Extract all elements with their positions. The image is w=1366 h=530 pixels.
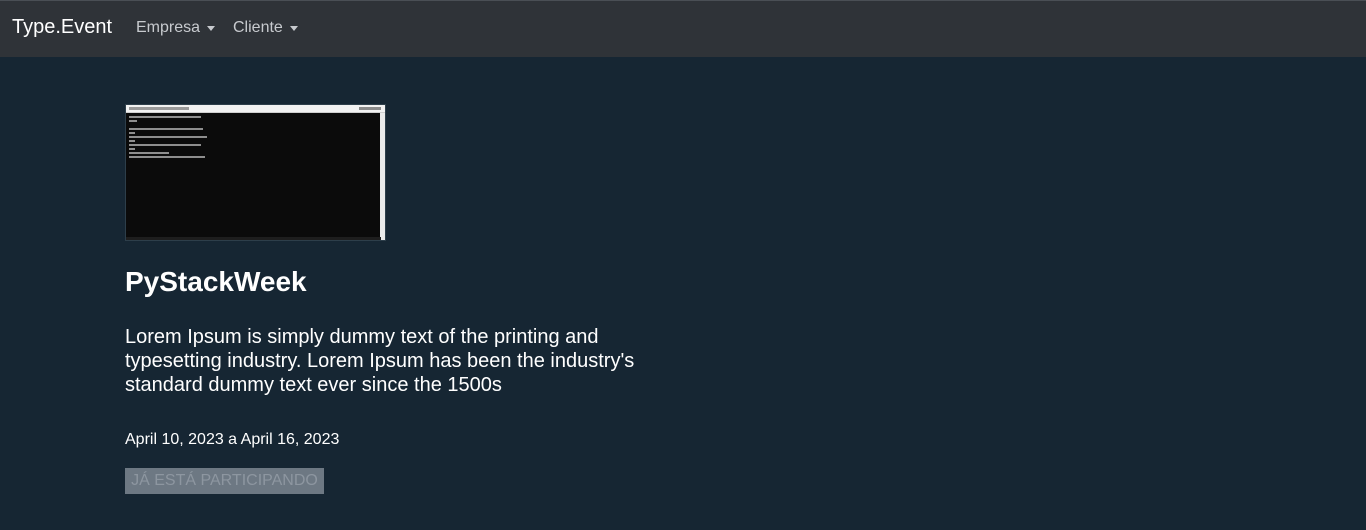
event-card: PyStackWeek Lorem Ipsum is simply dummy … — [125, 104, 665, 494]
thumbnail-scrollbar — [380, 113, 385, 240]
thumbnail-text-line — [129, 116, 201, 118]
thumbnail-text-line — [129, 144, 201, 146]
nav-dropdown-empresa-label: Empresa — [136, 19, 201, 36]
thumbnail-text-line — [129, 140, 135, 142]
thumbnail-text-line — [129, 136, 207, 138]
caret-down-icon — [207, 25, 216, 31]
event-description: Lorem Ipsum is simply dummy text of the … — [125, 326, 635, 396]
nav-dropdown-empresa[interactable]: Empresa — [136, 19, 216, 37]
thumbnail-window-controls — [359, 107, 381, 110]
event-thumbnail — [125, 104, 386, 241]
thumbnail-window-title — [129, 107, 189, 110]
already-participating-button[interactable]: JÁ ESTÁ PARTICIPANDO — [125, 468, 324, 494]
event-title: PyStackWeek — [125, 266, 307, 297]
nav-dropdown-cliente[interactable]: Cliente — [233, 19, 298, 37]
thumbnail-text-line — [129, 120, 137, 122]
thumbnail-text-line — [129, 152, 169, 154]
thumbnail-text-line — [129, 148, 135, 150]
thumbnail-bottom-edge — [126, 237, 381, 240]
top-navbar: Type.Event Empresa Cliente — [0, 0, 1366, 57]
nav-dropdown-cliente-label: Cliente — [233, 19, 283, 36]
thumbnail-window-titlebar — [126, 105, 385, 113]
thumbnail-text-line — [129, 132, 135, 134]
event-dates: April 10, 2023 a April 16, 2023 — [125, 431, 340, 448]
thumbnail-text-line — [129, 128, 203, 130]
brand-link[interactable]: Type.Event — [12, 16, 112, 39]
caret-down-icon — [289, 25, 298, 31]
thumbnail-text-line — [129, 156, 205, 158]
